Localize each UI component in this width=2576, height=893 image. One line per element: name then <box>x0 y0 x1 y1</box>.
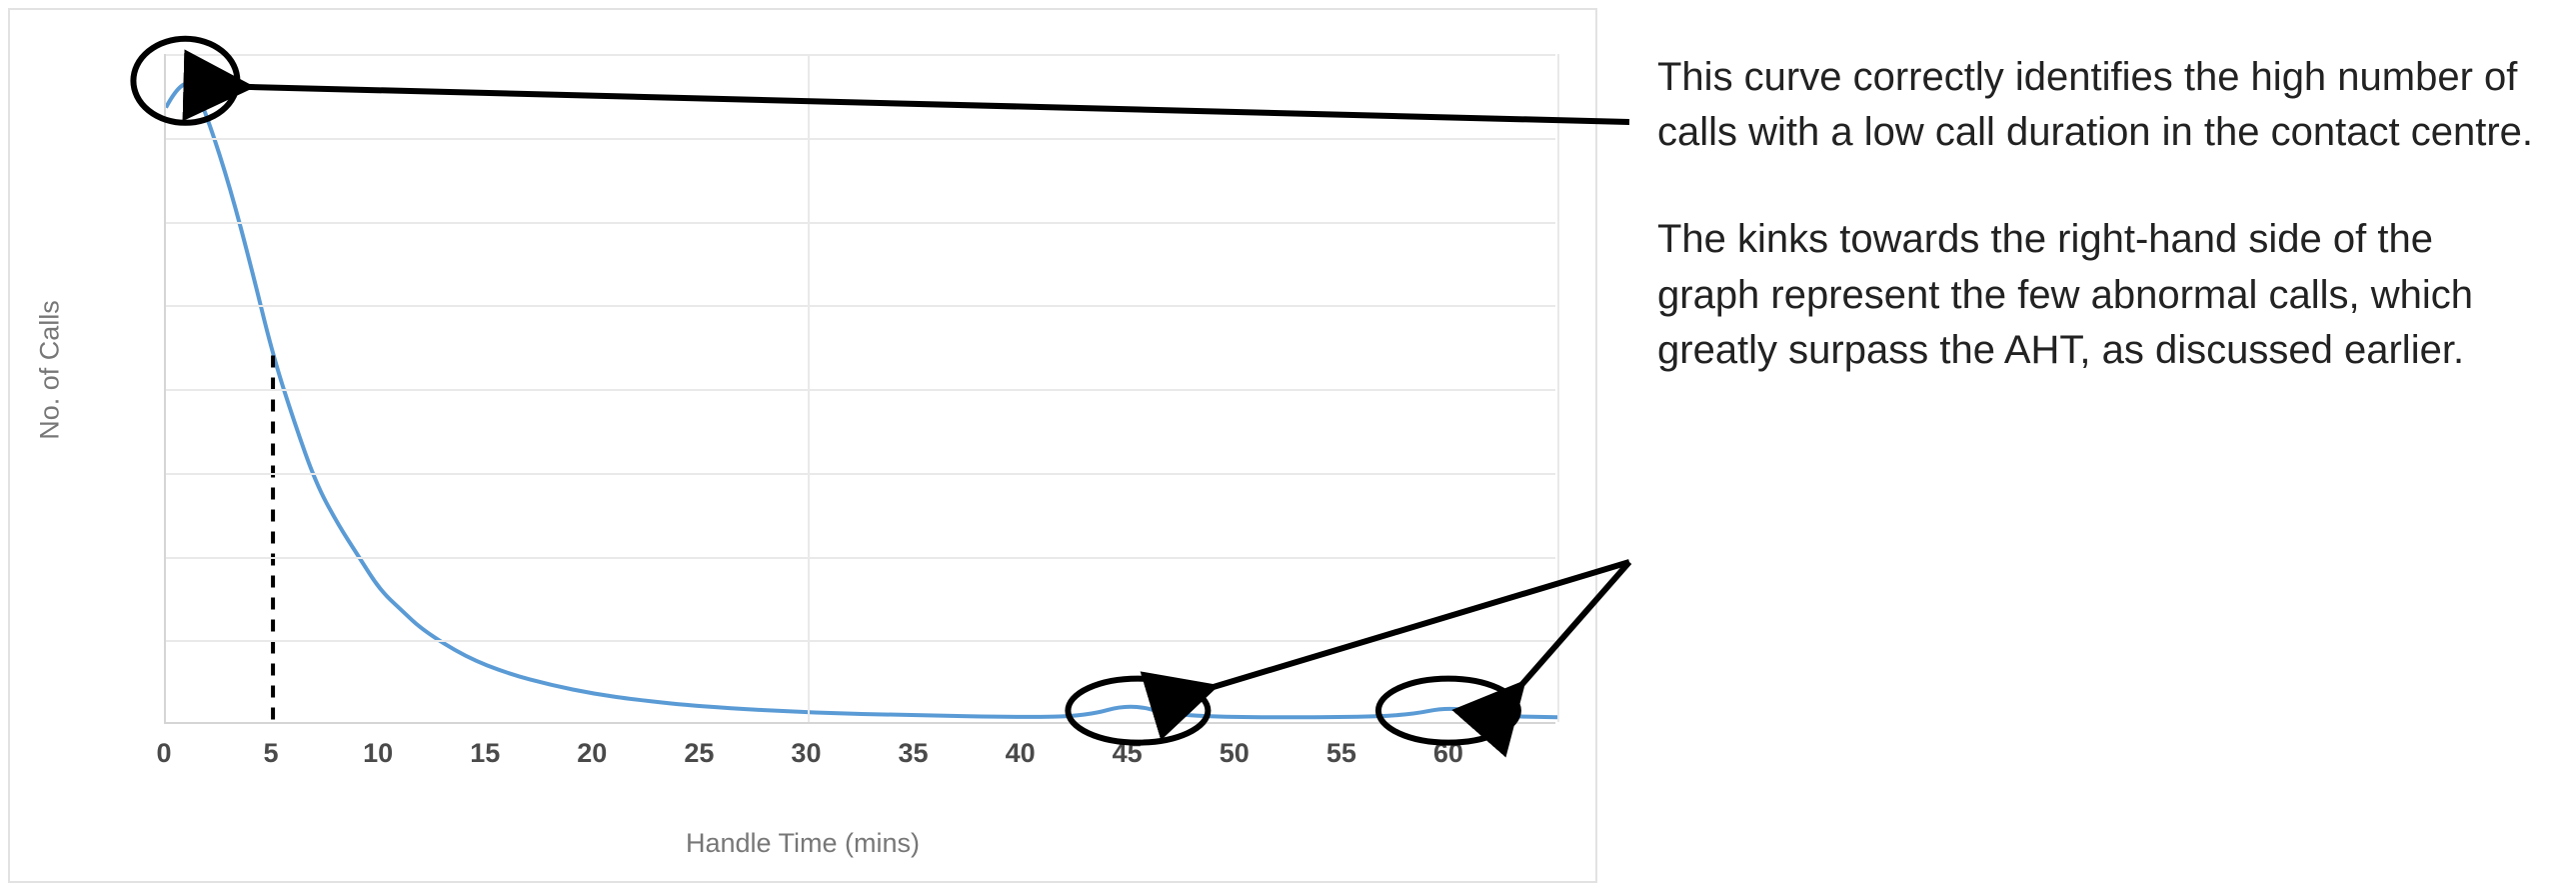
x-tick: 45 <box>1098 738 1158 769</box>
chart-container: 0 5 10 15 20 25 30 35 40 45 50 55 60 No. of Calls Ha… <box>8 8 1597 883</box>
x-tick: 60 <box>1418 738 1478 769</box>
x-tick: 5 <box>241 738 301 769</box>
gridline-h <box>166 54 1555 56</box>
x-tick: 40 <box>991 738 1051 769</box>
gridline-h <box>166 305 1555 307</box>
x-axis-label: Handle Time (mins) <box>686 828 920 859</box>
gridline-h <box>166 138 1555 140</box>
x-tick: 55 <box>1311 738 1371 769</box>
x-tick: 20 <box>562 738 622 769</box>
gridline-h <box>166 473 1555 475</box>
x-tick: 35 <box>884 738 944 769</box>
x-tick: 0 <box>134 738 194 769</box>
gridline-h <box>166 389 1555 391</box>
x-tick: 50 <box>1205 738 1265 769</box>
gridline-h <box>166 222 1555 224</box>
x-tick: 25 <box>669 738 729 769</box>
y-axis-label: No. of Calls <box>35 300 66 440</box>
gridline-h <box>166 640 1555 642</box>
gridline-v <box>1557 54 1559 722</box>
annotation-text-panel: This curve correctly identifies the high… <box>1597 0 2576 891</box>
x-tick: 10 <box>348 738 408 769</box>
x-tick: 30 <box>776 738 836 769</box>
annotation-kinks: The kinks towards the right-hand side of… <box>1657 212 2536 378</box>
gridline-h <box>166 557 1555 559</box>
chart-plot-area <box>164 54 1555 724</box>
gridline-v <box>808 54 810 722</box>
annotation-peak: This curve correctly identifies the high… <box>1657 50 2536 160</box>
x-tick: 15 <box>455 738 515 769</box>
